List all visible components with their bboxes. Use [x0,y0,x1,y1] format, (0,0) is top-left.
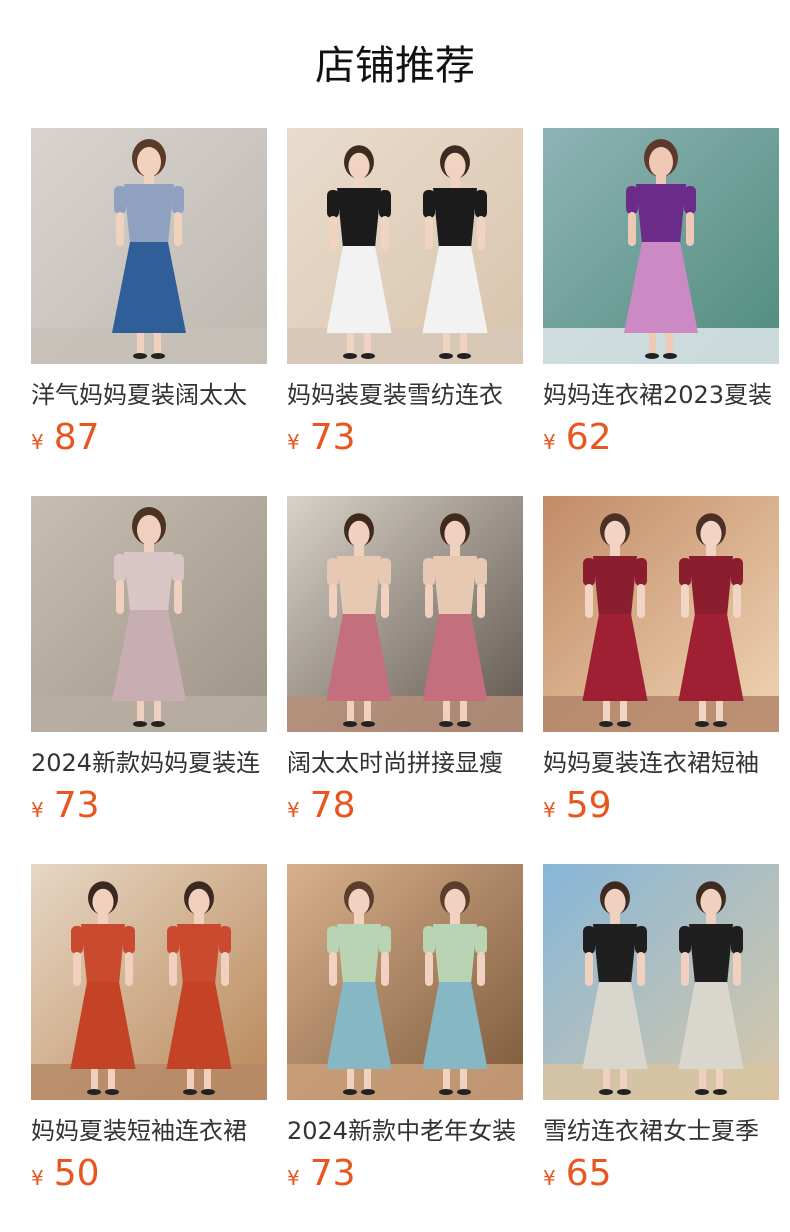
product-name[interactable]: 2024新款中老年女装 [287,1114,523,1148]
product-photo-green-and-blue-dresses-icon[interactable] [287,864,523,1100]
currency-symbol: ¥ [31,430,44,454]
product-photo-burgundy-short-sleeve-dress-icon[interactable] [543,496,779,732]
price-value: 50 [53,1153,100,1194]
price-value: 78 [309,785,356,826]
product-photo-blue-floral-top-blue-skirt-icon[interactable] [31,128,267,364]
product-price: ¥65 [543,1152,612,1196]
product-price: ¥50 [31,1152,100,1196]
page-title: 店铺推荐 [315,43,475,89]
product-name[interactable]: 阔太太时尚拼接显瘦 [287,746,523,780]
product-photo-red-print-dress-icon[interactable] [31,864,267,1100]
product-name[interactable]: 妈妈夏装短袖连衣裙 [31,1114,267,1148]
product-name[interactable]: 妈妈连衣裙2023夏装 [543,378,779,412]
product-name[interactable]: 妈妈夏装连衣裙短袖 [543,746,779,780]
product-card-4[interactable]: 2024新款妈妈夏装连 ¥73 [31,496,267,836]
product-price: ¥73 [287,416,356,460]
product-price: ¥59 [543,784,612,828]
currency-symbol: ¥ [543,430,556,454]
price-value: 73 [53,785,100,826]
product-name[interactable]: 雪纺连衣裙女士夏季 [543,1114,779,1148]
currency-symbol: ¥ [287,1166,300,1190]
product-price: ¥62 [543,416,612,460]
product-card-7[interactable]: 妈妈夏装短袖连衣裙 ¥50 [31,864,267,1204]
product-card-8[interactable]: 2024新款中老年女装 ¥73 [287,864,523,1204]
price-value: 87 [53,417,100,458]
product-photo-black-cardigan-floral-dress-icon[interactable] [287,128,523,364]
price-value: 62 [565,417,612,458]
product-photo-purple-dress-poolside-icon[interactable] [543,128,779,364]
product-name[interactable]: 妈妈装夏装雪纺连衣 [287,378,523,412]
currency-symbol: ¥ [31,798,44,822]
product-photo-beach-floral-dresses-icon[interactable] [543,864,779,1100]
product-price: ¥73 [287,1152,356,1196]
price-value: 65 [565,1153,612,1194]
currency-symbol: ¥ [287,430,300,454]
product-price: ¥78 [287,784,356,828]
currency-symbol: ¥ [287,798,300,822]
product-card-5[interactable]: 阔太太时尚拼接显瘦 ¥78 [287,496,523,836]
product-name[interactable]: 洋气妈妈夏装阔太太 [31,378,267,412]
price-value: 73 [309,417,356,458]
product-photo-pink-floral-print-dress-icon[interactable] [31,496,267,732]
product-card-1[interactable]: 洋气妈妈夏装阔太太 ¥87 [31,128,267,468]
product-card-6[interactable]: 妈妈夏装连衣裙短袖 ¥59 [543,496,779,836]
price-value: 59 [565,785,612,826]
currency-symbol: ¥ [31,1166,44,1190]
currency-symbol: ¥ [543,798,556,822]
product-card-2[interactable]: 妈妈装夏装雪纺连衣 ¥73 [287,128,523,468]
product-grid: 洋气妈妈夏装阔太太 ¥87 妈妈装夏装雪纺连衣 ¥73 妈妈连衣裙2023夏装 … [31,128,779,1208]
currency-symbol: ¥ [543,1166,556,1190]
price-value: 73 [309,1153,356,1194]
product-price: ¥73 [31,784,100,828]
product-name[interactable]: 2024新款妈妈夏装连 [31,746,267,780]
product-photo-pink-and-red-patchwork-dresses-icon[interactable] [287,496,523,732]
recommendation-header: 店铺推荐 [0,0,790,128]
product-price: ¥87 [31,416,100,460]
product-card-9[interactable]: 雪纺连衣裙女士夏季 ¥65 [543,864,779,1204]
product-card-3[interactable]: 妈妈连衣裙2023夏装 ¥62 [543,128,779,468]
